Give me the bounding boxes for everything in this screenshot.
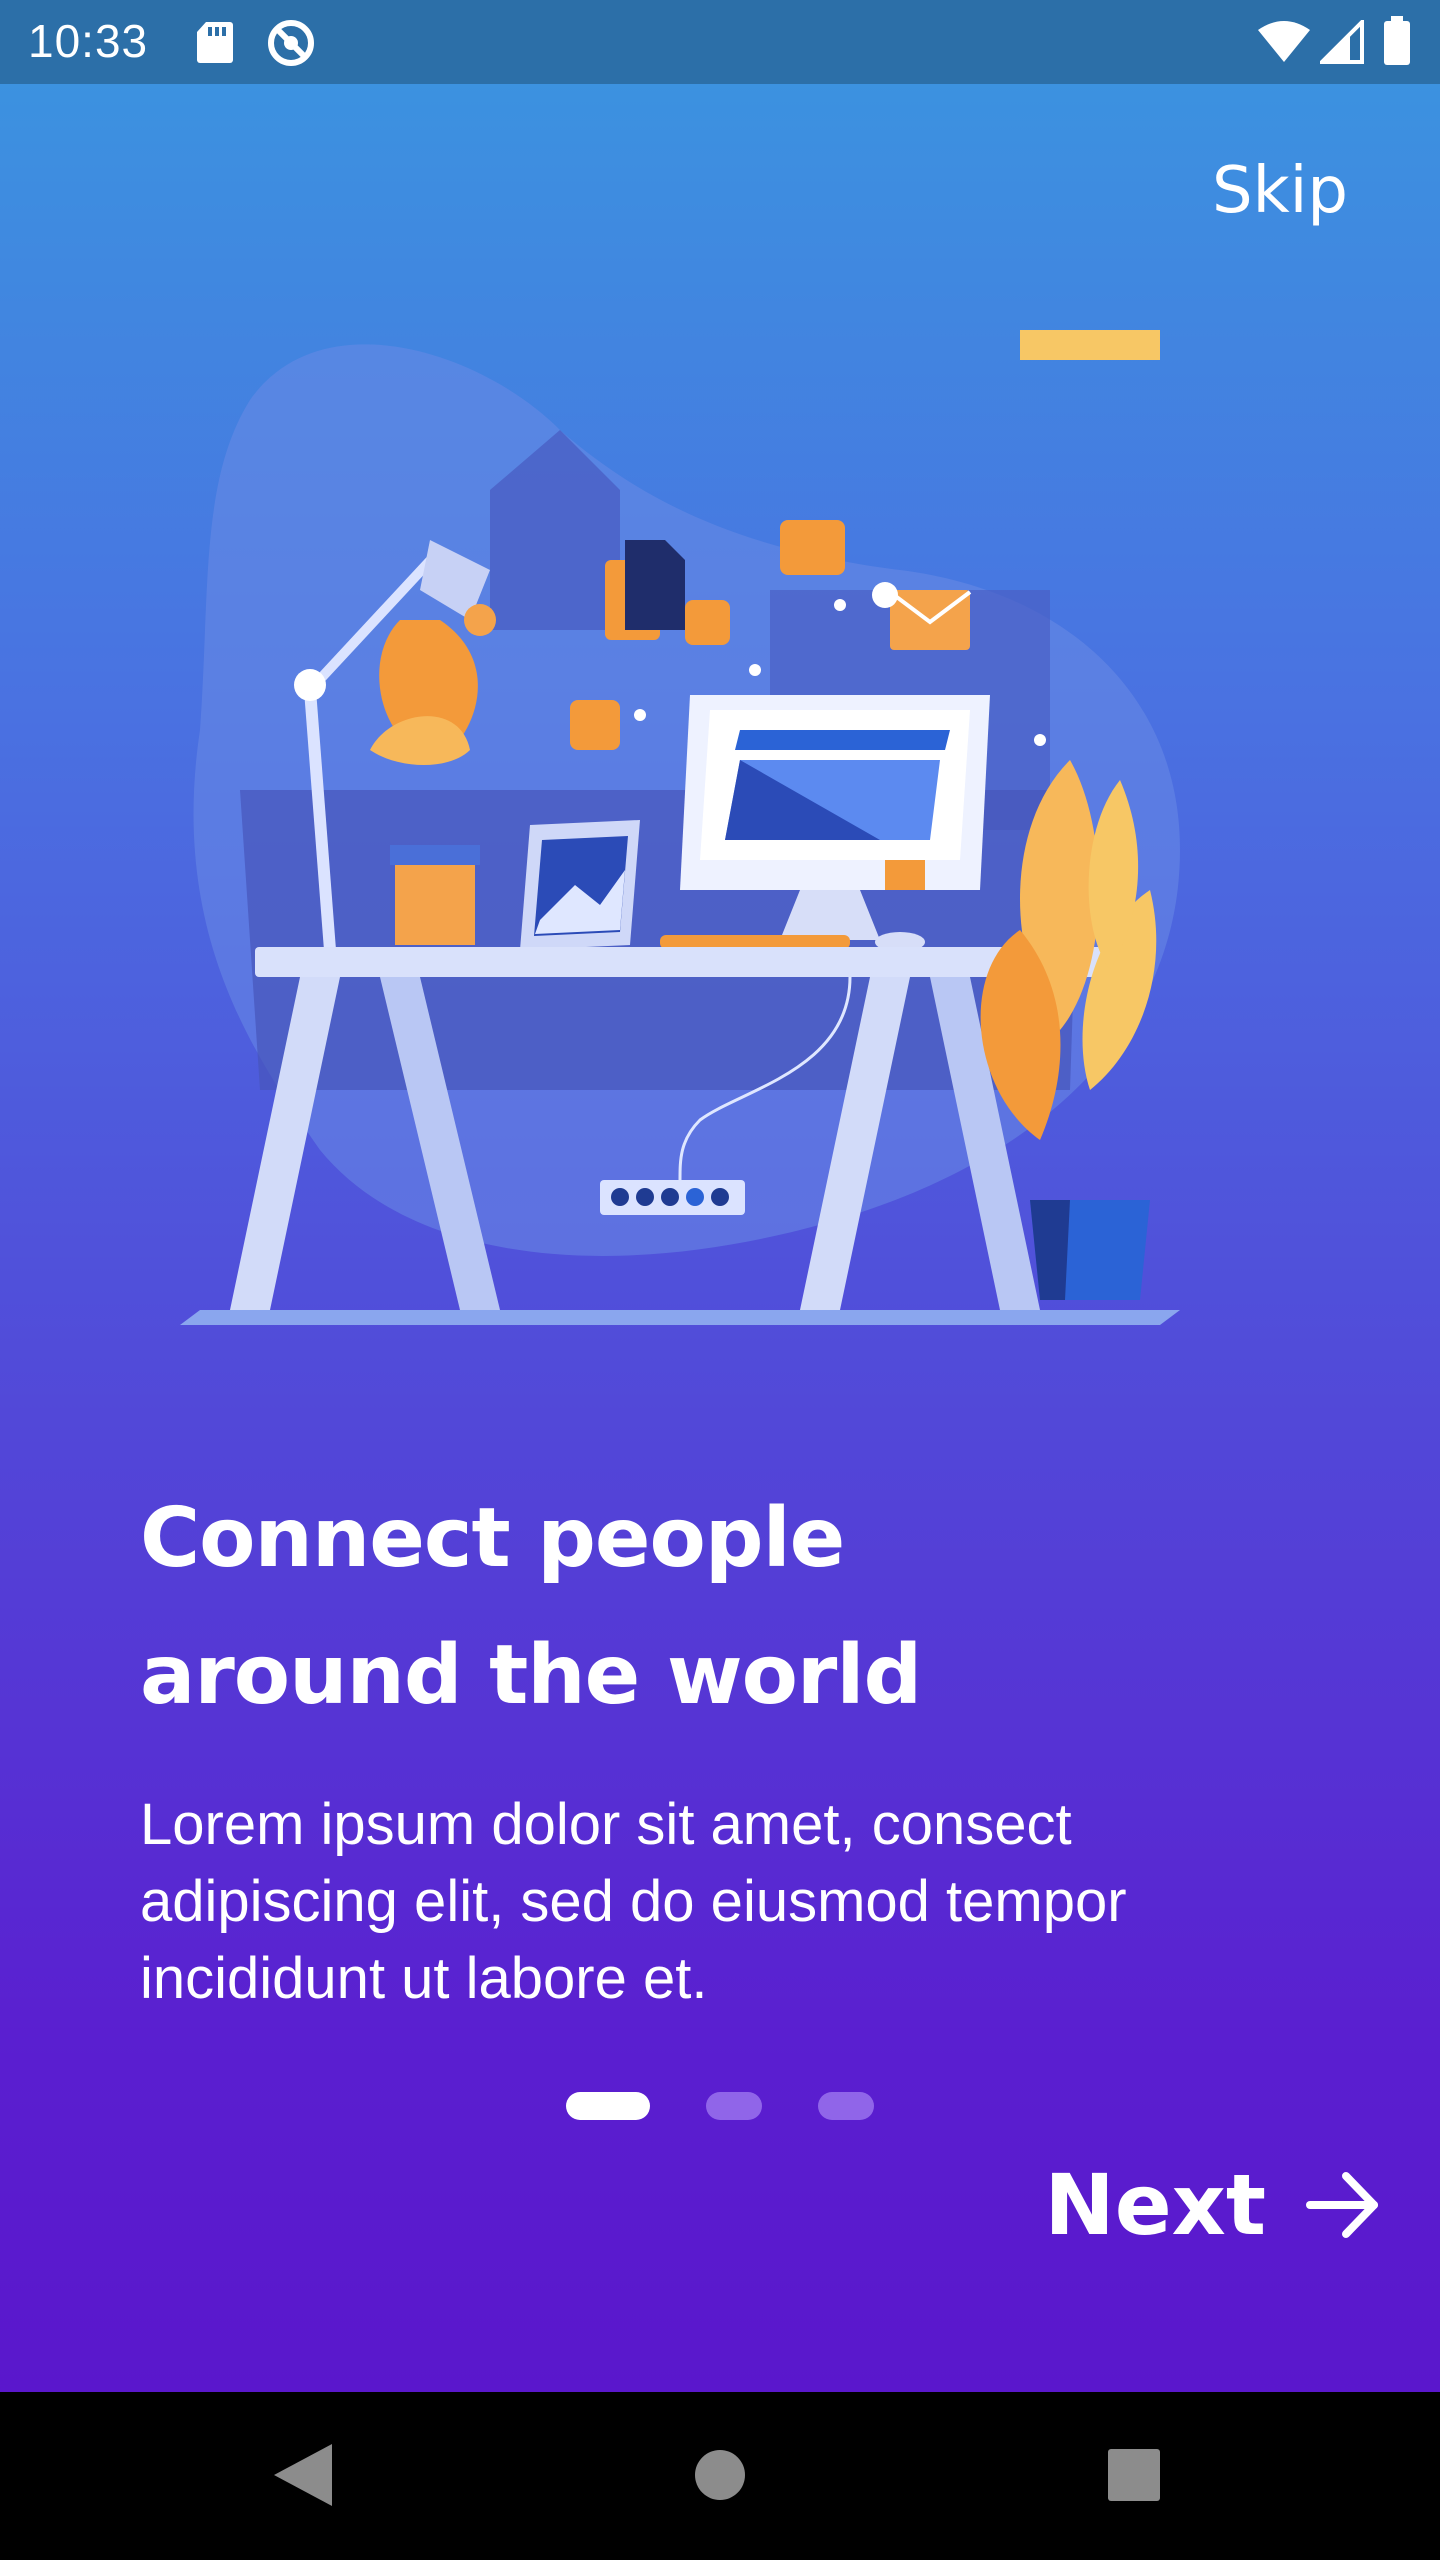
page-dot-1-active[interactable] (566, 2092, 650, 2120)
home-icon[interactable] (694, 2449, 746, 2501)
page-indicator (0, 2092, 1440, 2122)
recent-apps-icon[interactable] (1108, 2449, 1160, 2501)
onboarding-screen: 10:33 Skip Connect people around the wor… (0, 0, 1440, 2392)
arrow-right-icon (1306, 2172, 1378, 2238)
onboarding-description: Lorem ipsum dolor sit amet, consect adip… (140, 1786, 1300, 2017)
next-label: Next (1044, 2156, 1266, 2254)
signal-icon (1320, 20, 1364, 64)
page-dot-3[interactable] (818, 2092, 874, 2120)
sync-icon (268, 20, 314, 66)
back-icon[interactable] (270, 2440, 336, 2510)
status-bar: 10:33 (0, 0, 1440, 84)
title-line-1: Connect people (140, 1491, 845, 1586)
description-line-2: adipiscing elit, sed do eiusmod tempor (140, 1869, 1127, 1934)
next-button[interactable]: Next (1040, 2150, 1380, 2260)
skip-button[interactable]: Skip (1200, 148, 1360, 234)
page-dot-2[interactable] (706, 2092, 762, 2120)
wifi-icon (1258, 21, 1310, 62)
onboarding-title: Connect people around the world (140, 1470, 1300, 1744)
sd-card-icon (197, 22, 233, 63)
title-line-2: around the world (140, 1628, 922, 1723)
description-line-3: incididunt ut labore et. (140, 1946, 708, 2011)
description-line-1: Lorem ipsum dolor sit amet, consect (140, 1792, 1072, 1857)
status-time: 10:33 (28, 15, 149, 67)
desk-workspace-illustration (180, 330, 1180, 1325)
battery-icon (1384, 16, 1410, 65)
